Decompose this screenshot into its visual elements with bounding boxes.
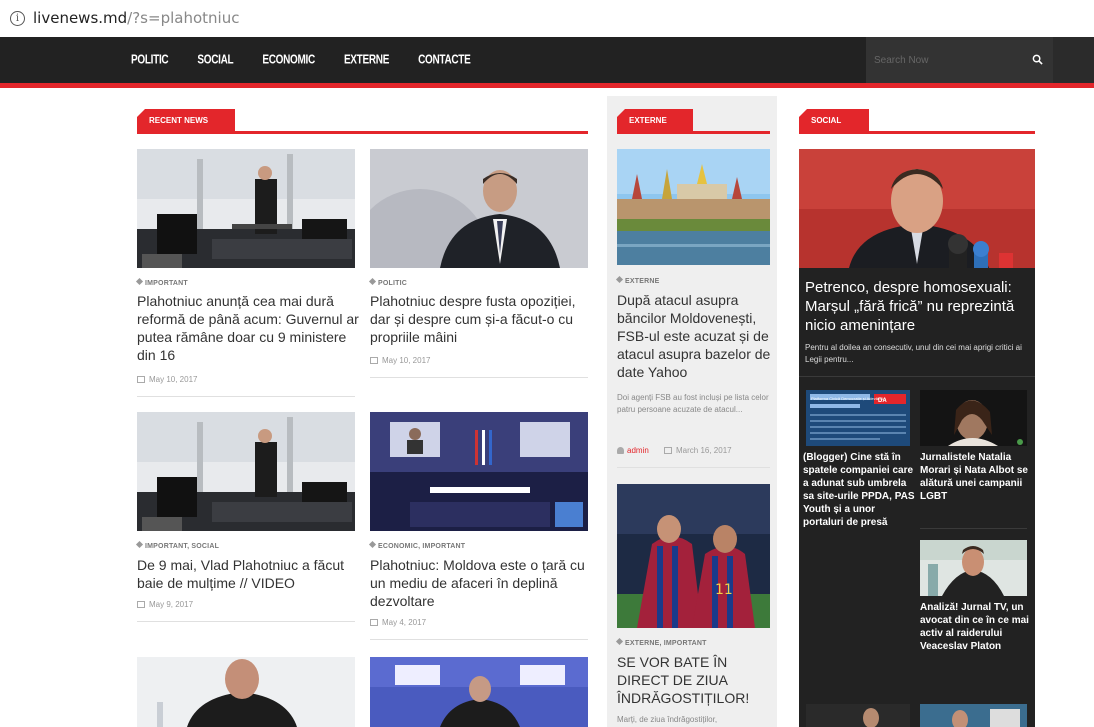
navbar-right-block: [1053, 37, 1094, 83]
section-line-externe: [617, 131, 770, 134]
calendar-icon: [370, 357, 378, 364]
article-divider: [137, 396, 355, 397]
article-excerpt: Marți, de ziua îndrăgostiților,: [617, 715, 718, 724]
calendar-icon: [370, 619, 378, 626]
article-thumbnail[interactable]: [806, 704, 910, 727]
article-date: May 9, 2017: [137, 600, 193, 609]
article-divider: [617, 467, 770, 468]
article-divider: [137, 621, 355, 622]
article-date: March 16, 2017: [664, 446, 732, 455]
social-main-headline[interactable]: Petrenco, despre homosexuali: Marșul „fă…: [805, 278, 1035, 335]
calendar-icon: [137, 601, 145, 608]
article-thumbnail[interactable]: [370, 412, 588, 531]
tag-icon: [135, 277, 144, 286]
article-thumbnail[interactable]: [799, 149, 1035, 268]
section-line-social: [799, 131, 1035, 134]
social-main-excerpt: Pentru al doilea an consecutiv, unul din…: [805, 343, 1022, 364]
nav-item-externe[interactable]: EXTERNE: [344, 53, 389, 67]
tag-icon: [135, 540, 144, 549]
calendar-icon: [664, 447, 672, 454]
article-divider: [370, 377, 588, 378]
article-thumbnail[interactable]: Platforma Civică Democratie și Adevăr DA…: [806, 390, 910, 446]
search-icon[interactable]: [1032, 54, 1043, 65]
article-category[interactable]: POLITIC: [368, 277, 407, 287]
article-category[interactable]: ECONOMIC, IMPORTANT: [368, 540, 465, 550]
article-headline[interactable]: După atacul asupra băncilor Moldovenești…: [617, 291, 772, 381]
article-thumbnail[interactable]: [920, 704, 1027, 727]
social-divider: [799, 376, 1035, 377]
section-tab-recent-news[interactable]: RECENT NEWS: [137, 109, 235, 131]
main-navbar: POLITIC SOCIAL ECONOMIC EXTERNE CONTACTE: [0, 37, 1094, 88]
section-tab-externe[interactable]: EXTERNE: [617, 109, 693, 131]
calendar-icon: [137, 376, 145, 383]
article-thumbnail[interactable]: [920, 390, 1027, 446]
article-thumbnail[interactable]: [920, 540, 1027, 596]
address-bar[interactable]: i livenews.md/?s=plahotniuc: [0, 0, 1094, 36]
social-divider: [920, 528, 1027, 529]
article-category[interactable]: IMPORTANT: [135, 277, 188, 287]
article-thumbnail[interactable]: [137, 149, 355, 268]
article-excerpt: Doi agenți FSB au fost incluși pe lista …: [617, 393, 769, 414]
navbar-accent-line: [0, 83, 1094, 88]
tag-icon: [368, 277, 377, 286]
tag-icon: [615, 637, 624, 646]
article-headline[interactable]: SE VOR BATE ÎN DIRECT DE ZIUA ÎNDRĂGOSTI…: [617, 653, 772, 707]
thumb-logo-text: DA: [878, 398, 887, 404]
social-item-headline[interactable]: Jurnalistele Natalia Morari și Nata Albo…: [920, 451, 1032, 503]
article-headline[interactable]: Plahotniuc anunță cea mai dură reformă d…: [137, 292, 359, 364]
article-divider: [370, 639, 588, 640]
tag-icon: [615, 275, 624, 284]
user-icon: [617, 447, 624, 454]
section-tab-social[interactable]: SOCIAL: [799, 109, 869, 131]
article-category[interactable]: EXTERNE: [615, 275, 659, 285]
section-line-recent: [137, 131, 588, 134]
article-category[interactable]: IMPORTANT, SOCIAL: [135, 540, 219, 550]
article-category[interactable]: EXTERNE, IMPORTANT: [615, 637, 707, 647]
thumb-caption: Platforma Civică Democratie și Adevăr DA: [811, 396, 886, 401]
article-thumbnail[interactable]: [137, 412, 355, 531]
social-item-headline[interactable]: Analiză! Jurnal TV, un avocat din ce în …: [920, 601, 1032, 653]
nav-item-social[interactable]: SOCIAL: [197, 53, 233, 67]
article-thumbnail[interactable]: 11: [617, 484, 770, 628]
article-headline[interactable]: De 9 mai, Vlad Plahotniuc a făcut baie d…: [137, 556, 359, 592]
nav-item-politic[interactable]: POLITIC: [131, 53, 169, 67]
nav-item-economic[interactable]: ECONOMIC: [262, 53, 315, 67]
article-thumbnail[interactable]: [137, 657, 355, 727]
article-thumbnail[interactable]: [370, 149, 588, 268]
social-item-headline[interactable]: (Blogger) Cine stă în spatele companiei …: [803, 451, 915, 529]
main-menu: POLITIC SOCIAL ECONOMIC EXTERNE CONTACTE: [131, 37, 500, 83]
nav-item-contacte[interactable]: CONTACTE: [418, 53, 471, 67]
tag-icon: [368, 540, 377, 549]
article-author[interactable]: admin: [617, 446, 649, 455]
article-thumbnail[interactable]: [370, 657, 588, 727]
article-thumbnail[interactable]: [617, 149, 770, 265]
article-date: May 10, 2017: [137, 375, 197, 384]
search-box: [866, 37, 1053, 83]
search-input[interactable]: [866, 54, 1016, 66]
article-headline[interactable]: Plahotniuc despre fusta opoziției, dar ș…: [370, 292, 594, 346]
info-icon[interactable]: i: [10, 10, 25, 26]
article-date: May 4, 2017: [370, 618, 426, 627]
svg-text:11: 11: [715, 582, 733, 598]
url-path: /?s=plahotniuc: [127, 9, 240, 27]
article-date: May 10, 2017: [370, 356, 430, 365]
article-headline[interactable]: Plahotniuc: Moldova este o țară cu un me…: [370, 556, 594, 610]
url-host: livenews.md: [33, 9, 128, 27]
